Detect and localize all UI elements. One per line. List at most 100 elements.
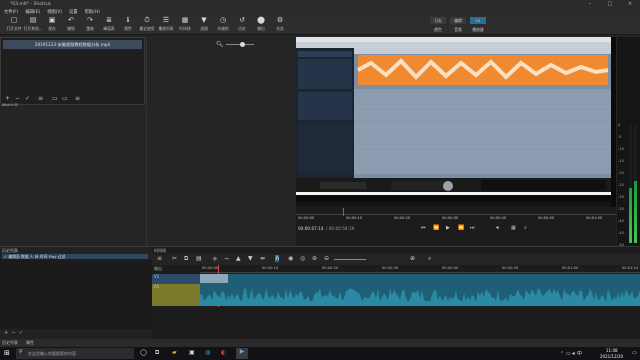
status-history-tab[interactable]: 历史列表 (2, 340, 18, 346)
zoom-icon[interactable]: 🔍︎ (216, 41, 224, 48)
timeline-button[interactable]: ▦ 时间线 (175, 16, 195, 34)
zoom-fit-timeline-icon[interactable]: ⌕ (428, 255, 431, 263)
audio-peak-meter: 0 -5 -10 -15 -20 -25 -30 -35 -40 -45 -50 (617, 37, 640, 247)
toolbar-label: 任务 (276, 26, 284, 31)
track-a1-header[interactable]: A1 (152, 284, 200, 306)
edge-icon[interactable]: ◍ (205, 349, 210, 356)
remove-clip-icon[interactable]: − (224, 255, 230, 263)
taskview-icon[interactable]: ⧉ (155, 349, 159, 357)
timeline-clip[interactable] (200, 274, 640, 306)
menu-icon[interactable]: ≡ (75, 95, 80, 102)
menu-bar: 文件(F) 编辑(E) 视图(V) 设置 帮助(H) (0, 8, 640, 15)
save-button[interactable]: ▣ 保存 (42, 16, 62, 34)
add-icon[interactable]: + (5, 95, 10, 102)
ripple-icon[interactable]: ◎ (300, 255, 305, 262)
zoom-fit-icon[interactable]: ⌕ (524, 225, 527, 231)
lift-icon[interactable]: ▲ (236, 255, 241, 262)
video-viewer[interactable] (296, 37, 616, 207)
store-icon[interactable]: ▣ (189, 349, 195, 356)
zoom-out-icon[interactable]: ⊖ (324, 255, 329, 262)
viewer-playhead[interactable] (343, 208, 344, 216)
list-view-icon[interactable]: ≡ (38, 95, 43, 102)
timeline-ruler-label: 00:00:40 (442, 266, 459, 270)
menu-help[interactable]: 帮助(H) (85, 9, 100, 15)
close-button[interactable]: × (620, 0, 640, 8)
search-placeholder: 在这里输入你要搜索的内容 (28, 351, 76, 356)
scrub-icon[interactable]: ◉ (288, 255, 293, 262)
cut-icon[interactable]: ✂ (172, 255, 177, 262)
position-timecode[interactable]: 00:00:07:14 (298, 226, 324, 231)
tray-icons[interactable]: ⌃ ▭ 🔊︎ 中 (560, 350, 582, 357)
taskbar-date: 2021/12/20 (600, 354, 624, 359)
volume-icon[interactable]: 🔊︎ (496, 225, 499, 231)
zoom-slider-handle[interactable] (240, 42, 245, 47)
keyframes-button[interactable]: ◷ 关键帧 (213, 16, 233, 34)
details-icon[interactable]: ▭ (52, 95, 58, 102)
undo-button[interactable]: ↶ 撤销 (61, 16, 81, 34)
tiles-icon[interactable]: ▭ (62, 95, 68, 102)
layout-color-button[interactable]: 颜色 (430, 26, 446, 33)
status-bar: 历史列表 属性 (0, 339, 640, 347)
menu-settings[interactable]: 设置 (69, 9, 78, 15)
notification-icon[interactable]: ▭ (632, 350, 637, 356)
layout-fx-button[interactable]: FX (470, 17, 486, 24)
folder-other-button[interactable]: ▤ 打开其他... (23, 16, 43, 34)
windows-start-icon[interactable]: ⊞ (4, 349, 10, 357)
status-properties-tab[interactable]: 属性 (26, 340, 34, 346)
skip-next-icon[interactable]: ⏭ (470, 225, 475, 231)
jobs-button[interactable]: ⚙ 任务 (270, 16, 290, 34)
paste-icon[interactable]: ▤ (196, 255, 202, 262)
play-icon[interactable]: ▶ (446, 225, 450, 231)
peak-meter-button[interactable]: ≣ 峰值表 (99, 16, 119, 34)
maximize-button[interactable]: □ (600, 0, 620, 8)
zoom-in-icon[interactable]: ⊕ (410, 255, 415, 262)
history-apply-icon[interactable]: ✓ (19, 330, 23, 336)
layout-editing-button[interactable]: 编辑 (450, 17, 466, 24)
remove-icon[interactable]: − (15, 95, 20, 102)
redo-button[interactable]: ↷ 重做 (80, 16, 100, 34)
overwrite-icon[interactable]: ▼ (248, 255, 253, 262)
export-button[interactable]: ⬤ 输出 (251, 16, 271, 34)
task-view-icon[interactable]: ◯ (140, 349, 147, 356)
properties-button[interactable]: ℹ 属性 (118, 16, 138, 34)
update-icon[interactable]: ✓ (25, 95, 30, 102)
recent-button[interactable]: ⏱ 最近使用 (137, 16, 157, 34)
toolbar-label: 输出 (257, 26, 265, 31)
toolbar-label: 属性 (124, 26, 132, 31)
menu-file[interactable]: 文件(F) (4, 9, 18, 15)
timeline-empty-area (200, 307, 640, 337)
menu-edit[interactable]: 编辑(E) (25, 9, 40, 15)
layout-player-button[interactable]: 播放器 (470, 26, 486, 33)
history-add-icon[interactable]: + (4, 330, 8, 336)
timeline-menu-icon[interactable]: ≡ (157, 255, 162, 262)
timeline-ruler-label: 00:01:00 (562, 266, 579, 270)
layout-audio-button[interactable]: 音频 (450, 26, 466, 33)
split-icon[interactable]: ⇹ (260, 255, 265, 262)
history-remove-icon[interactable]: − (11, 330, 15, 336)
layout-logging-button[interactable]: 日志 (430, 17, 446, 24)
history-button[interactable]: ↺ 历史 (232, 16, 252, 34)
fast-forward-icon[interactable]: ⏩ (458, 225, 464, 231)
rewind-icon[interactable]: ⏪ (433, 225, 439, 231)
meter-scale-label: 0 (618, 123, 621, 127)
grid-icon[interactable]: ▦ (511, 225, 516, 231)
taskbar-search-box[interactable]: ⚲ 在这里输入你要搜索的内容 (16, 348, 134, 359)
minimize-button[interactable]: – (580, 0, 600, 8)
append-icon[interactable]: + (212, 255, 218, 263)
viewer-ruler[interactable] (296, 209, 616, 215)
filter-button[interactable]: ▼ 滤镜 (194, 16, 214, 34)
output-label: 输出 (154, 266, 162, 271)
snap-icon[interactable]: ∩ (275, 255, 280, 262)
chrome-icon[interactable]: ◐ (221, 349, 226, 356)
track-v1-header[interactable]: V1 (152, 274, 200, 284)
shotcut-taskbar-icon[interactable]: ▶ (236, 348, 248, 359)
copy-icon[interactable]: ⧉ (184, 255, 188, 263)
file-explorer-icon[interactable]: ▰ (172, 349, 177, 356)
ripple-all-icon[interactable]: ⊛ (312, 255, 317, 262)
menu-view[interactable]: 视图(V) (47, 9, 62, 15)
timeline-zoom-slider[interactable] (334, 259, 366, 260)
skip-previous-icon[interactable]: ⏮ (421, 225, 426, 231)
playlist-item[interactable]: 20191213-安徽视频教程数据分析.mp4 (3, 40, 142, 49)
folder-open-button[interactable]: ▢ 打开文件 (4, 16, 24, 34)
playlist-button[interactable]: ☰ 播放列表 (156, 16, 176, 34)
